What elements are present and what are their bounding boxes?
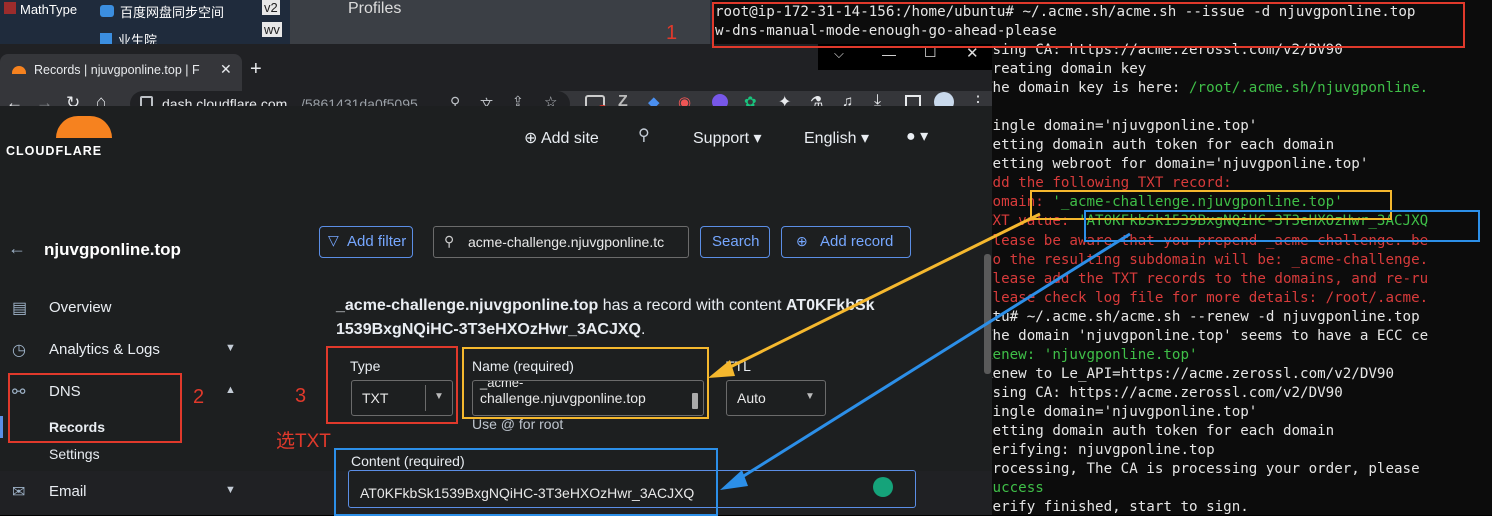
blue-arrowhead xyxy=(720,470,748,490)
yellow-arrow-line xyxy=(719,212,1041,374)
yellow-arrowhead xyxy=(708,360,735,378)
annotation-arrows xyxy=(708,212,1131,490)
blue-arrow-line xyxy=(733,232,1131,484)
